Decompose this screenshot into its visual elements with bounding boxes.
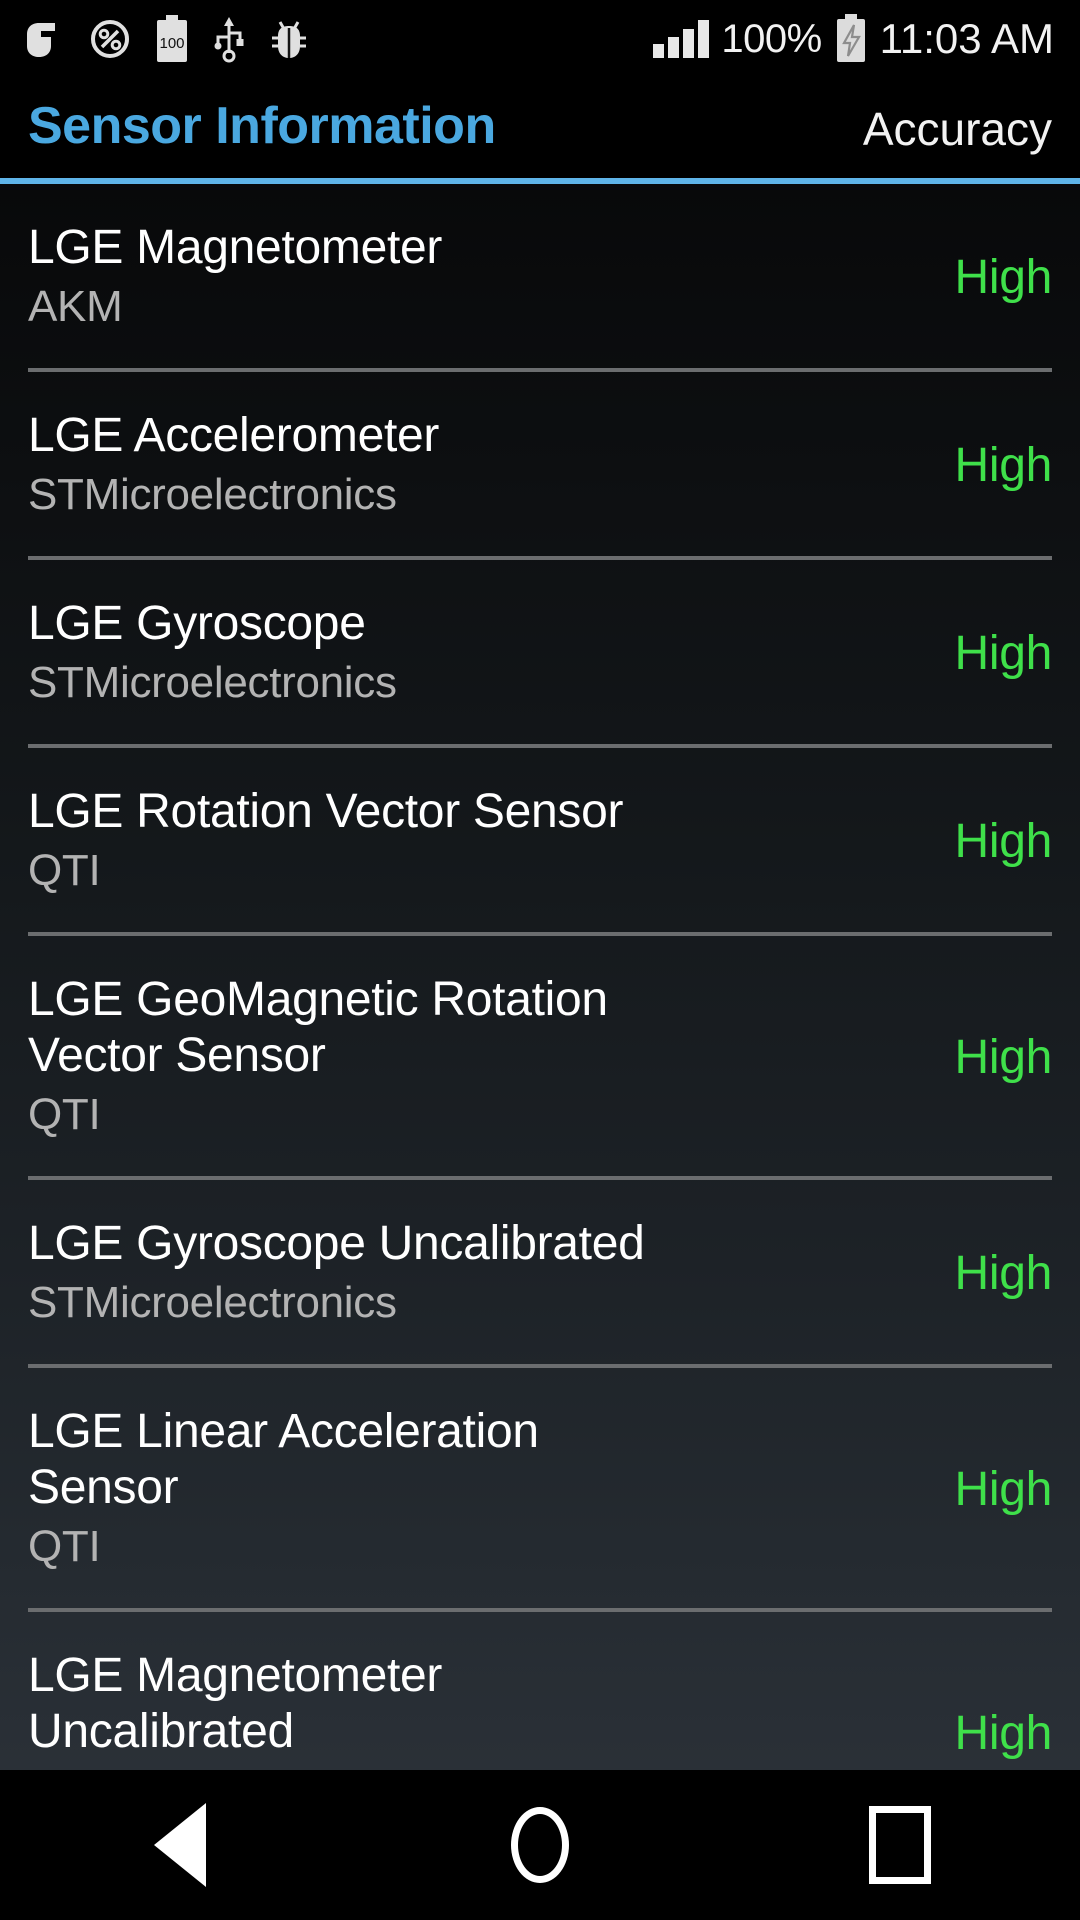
sensor-accuracy-badge: High bbox=[954, 1030, 1052, 1084]
sensor-accuracy-badge: High bbox=[954, 438, 1052, 492]
sensor-name: LGE Magnetometer Uncalibrated bbox=[28, 1649, 443, 1758]
phone-screen: 100 100% 11:03 AM Sensor Information Acc… bbox=[0, 0, 1080, 1920]
debug-bug-icon bbox=[272, 21, 306, 58]
sensor-accuracy-badge: High bbox=[954, 814, 1052, 868]
sensor-row-texts: LGE Gyroscope Uncalibrated STMicroelectro… bbox=[28, 1216, 902, 1330]
sensor-row[interactable]: LGE Magnetometer UncalibratedAKM High bbox=[0, 1612, 1080, 1770]
sensor-row[interactable]: LGE Accelerometer STMicroelectronics High bbox=[0, 372, 1080, 556]
sensor-name: LGE Gyroscope Uncalibrated bbox=[28, 1217, 645, 1270]
usb-icon bbox=[214, 17, 244, 63]
nav-back-button[interactable] bbox=[80, 1770, 280, 1920]
sensor-row[interactable]: LGE Rotation Vector Sensor QTI High bbox=[0, 748, 1080, 932]
sensor-accuracy-badge: High bbox=[954, 250, 1052, 304]
svg-text:100: 100 bbox=[159, 35, 184, 52]
page-title: Sensor Information bbox=[28, 97, 496, 155]
sensor-vendor: STMicroelectronics bbox=[28, 658, 397, 707]
sensor-row-texts: LGE Magnetometer UncalibratedAKM bbox=[28, 1648, 902, 1770]
nav-home-button[interactable] bbox=[440, 1770, 640, 1920]
sensor-list[interactable]: LGE Magnetometer AKM High LGE Accelerometer… bbox=[0, 184, 1080, 1770]
sensor-accuracy-badge: High bbox=[954, 626, 1052, 680]
recents-square-icon bbox=[869, 1806, 931, 1884]
status-bar: 100 100% 11:03 AM bbox=[0, 0, 1080, 78]
sigma-icon bbox=[27, 23, 55, 57]
status-bar-left-icons: 100 bbox=[0, 15, 310, 63]
sensor-name: LGE GeoMagnetic Rotation Vector Sensor bbox=[28, 973, 608, 1082]
sensor-vendor: QTI bbox=[28, 846, 101, 895]
nav-recents-button[interactable] bbox=[800, 1770, 1000, 1920]
sensor-vendor: STMicroelectronics bbox=[28, 1278, 397, 1327]
sensor-accuracy-badge: High bbox=[954, 1706, 1052, 1760]
back-triangle-icon bbox=[154, 1803, 206, 1887]
sensor-vendor: QTI bbox=[28, 1522, 101, 1571]
sensor-name: LGE Magnetometer bbox=[28, 221, 443, 274]
sensor-name: LGE Rotation Vector Sensor bbox=[28, 785, 624, 838]
signal-bars-icon bbox=[653, 20, 710, 58]
sensor-row[interactable]: LGE Gyroscope Uncalibrated STMicroelectro… bbox=[0, 1180, 1080, 1364]
battery-charging-icon bbox=[836, 14, 865, 62]
sensor-vendor: STMicroelectronics bbox=[28, 470, 397, 519]
sensor-row-texts: LGE GeoMagnetic Rotation Vector Sensor QT… bbox=[28, 972, 902, 1142]
sensor-accuracy-badge: High bbox=[954, 1246, 1052, 1300]
sensor-accuracy-badge: High bbox=[954, 1462, 1052, 1516]
sensor-row-texts: LGE Gyroscope STMicroelectronics bbox=[28, 596, 902, 710]
action-bar: Sensor Information Accuracy bbox=[0, 78, 1080, 178]
battery-percent-label: 100% bbox=[721, 16, 822, 61]
sensor-row[interactable]: LGE GeoMagnetic Rotation Vector Sensor QT… bbox=[0, 936, 1080, 1176]
sensor-vendor: QTI bbox=[28, 1090, 101, 1139]
status-bar-right: 100% 11:03 AM bbox=[653, 14, 1080, 64]
sensor-row-texts: LGE Linear Acceleration Sensor QTI bbox=[28, 1404, 902, 1574]
percent-circle-icon bbox=[91, 20, 129, 58]
sensor-row-texts: LGE Rotation Vector Sensor QTI bbox=[28, 784, 902, 898]
sensor-row[interactable]: LGE Linear Acceleration Sensor QTI High bbox=[0, 1368, 1080, 1608]
sensor-name: LGE Gyroscope bbox=[28, 597, 366, 650]
sensor-vendor: AKM bbox=[28, 282, 123, 331]
home-circle-icon bbox=[511, 1807, 569, 1883]
battery-100-icon: 100 bbox=[157, 15, 187, 62]
accuracy-column-header: Accuracy bbox=[862, 103, 1052, 155]
clock-label: 11:03 AM bbox=[879, 15, 1054, 62]
sensor-row[interactable]: LGE Gyroscope STMicroelectronics High bbox=[0, 560, 1080, 744]
sensor-row-texts: LGE Magnetometer AKM bbox=[28, 220, 902, 334]
sensor-row[interactable]: LGE Magnetometer AKM High bbox=[0, 184, 1080, 368]
sensor-name: LGE Accelerometer bbox=[28, 409, 440, 462]
navigation-bar bbox=[0, 1770, 1080, 1920]
sensor-row-texts: LGE Accelerometer STMicroelectronics bbox=[28, 408, 902, 522]
sensor-name: LGE Linear Acceleration Sensor bbox=[28, 1405, 539, 1514]
